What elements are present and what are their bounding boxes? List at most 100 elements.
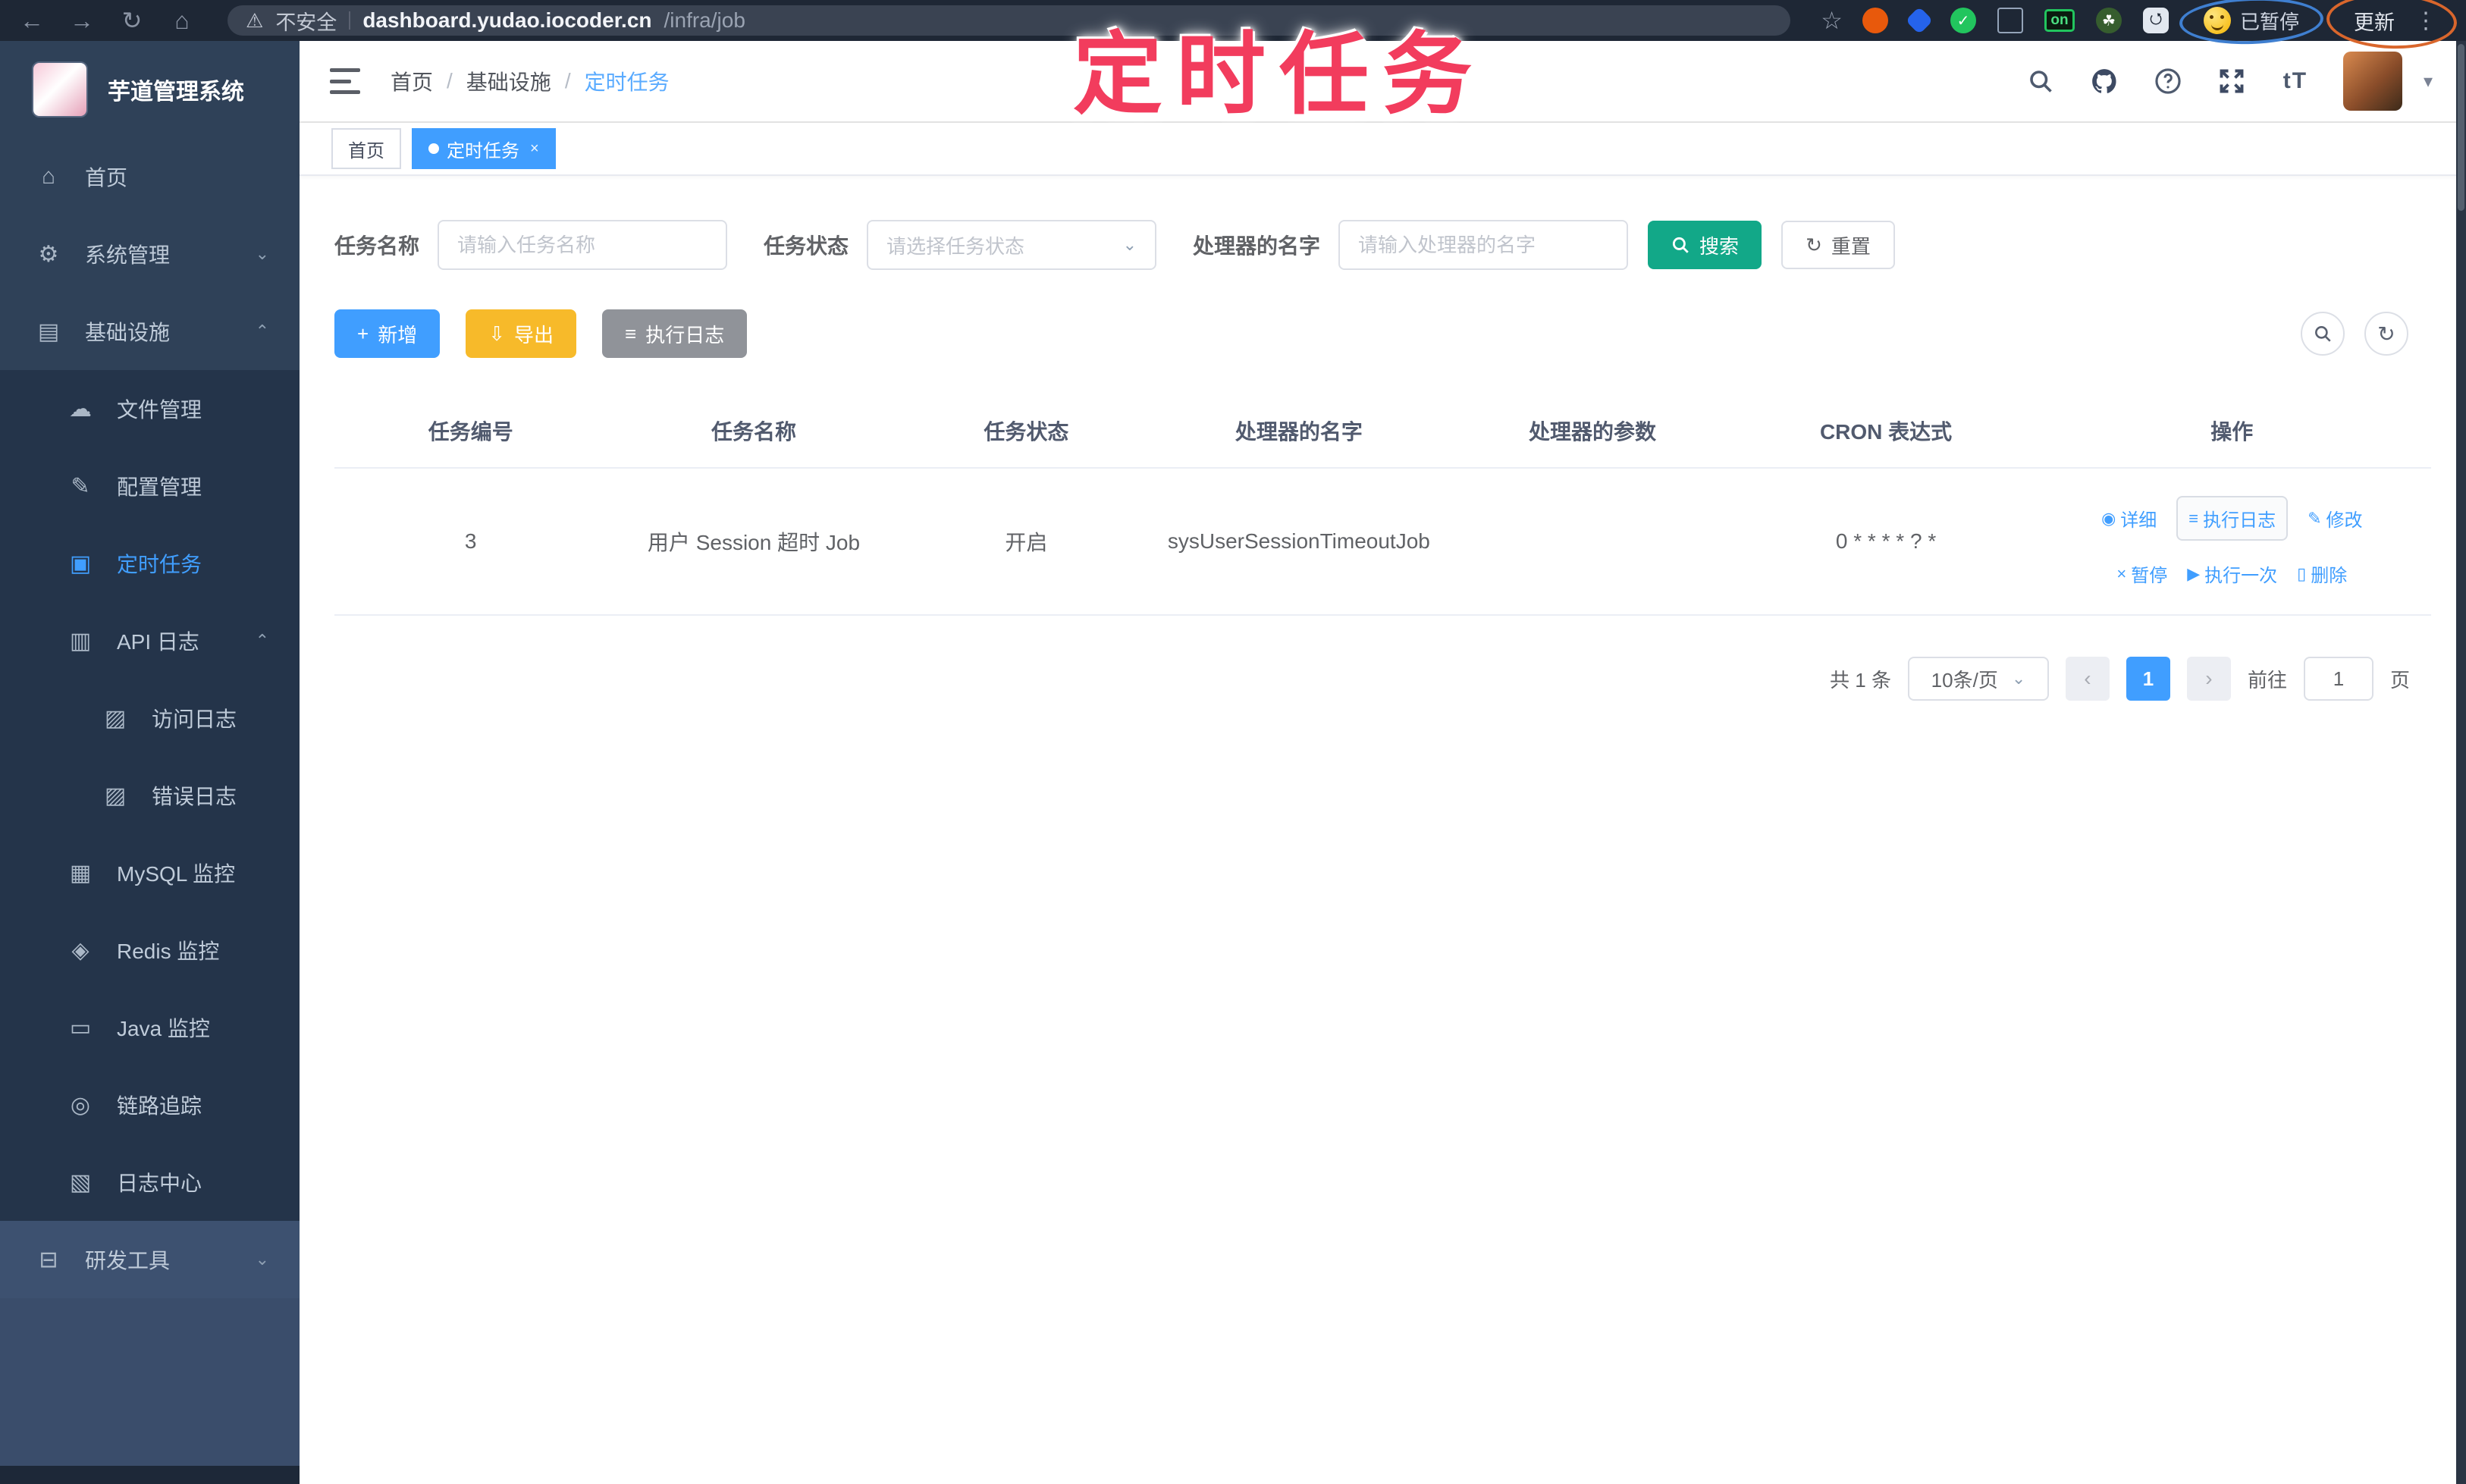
page-size-select[interactable]: 10条/页 ⌄ xyxy=(1907,657,2049,701)
app-title: 芋道管理系统 xyxy=(108,80,244,105)
sidebar: 芋道管理系统 ⌂ 首页 ⚙ 系统管理 ⌄ ▤ 基础设施 ⌃ ☁ 文件管理 ✎ 配… xyxy=(0,41,300,1484)
bookmark-star-icon[interactable]: ☆ xyxy=(1821,6,1843,35)
tags-view-bar: 首页 定时任务 × xyxy=(300,123,2466,176)
fullscreen-icon[interactable] xyxy=(2216,65,2248,97)
sidebar-item-api-logs[interactable]: ▥ API 日志 ⌃ xyxy=(0,602,300,679)
sidebar-item-error-logs[interactable]: ▨ 错误日志 xyxy=(0,757,300,834)
extension-icon-blue[interactable] xyxy=(1905,6,1934,35)
app-logo-row[interactable]: 芋道管理系统 xyxy=(0,41,300,138)
chevron-down-icon: ⌄ xyxy=(1122,235,1137,254)
row-delete-link[interactable]: ▯ 删除 xyxy=(2297,560,2347,587)
next-page-button[interactable]: › xyxy=(2186,657,2231,701)
update-area: 更新 ⋮ xyxy=(2334,0,2449,42)
refresh-icon: ↻ xyxy=(1806,233,1822,256)
prev-page-button[interactable]: ‹ xyxy=(2065,657,2110,701)
extension-icon-green-check[interactable]: ✓ xyxy=(1950,8,1976,33)
browser-update-button[interactable]: 更新 xyxy=(2346,2,2402,40)
browser-menu-kebab-icon[interactable]: ⋮ xyxy=(2414,8,2437,34)
goto-label: 前往 xyxy=(2247,668,2287,692)
breadcrumb-home[interactable]: 首页 xyxy=(391,66,433,96)
handler-name-input[interactable] xyxy=(1338,220,1629,270)
exec-log-button[interactable]: ≡ 执行日志 xyxy=(602,309,748,358)
breadcrumb: 首页 / 基础设施 / 定时任务 xyxy=(391,66,670,96)
log-icon: ▥ xyxy=(69,628,92,654)
sidebar-item-system-management[interactable]: ⚙ 系统管理 ⌄ xyxy=(0,215,300,293)
search-icon[interactable] xyxy=(2025,65,2057,97)
extension-icon-leaf[interactable]: ☘ xyxy=(2095,8,2122,33)
github-icon[interactable] xyxy=(2088,65,2120,97)
pencil-icon: ✎ xyxy=(2308,508,2322,528)
forward-icon[interactable]: → xyxy=(67,0,97,41)
add-button[interactable]: + 新增 xyxy=(334,309,441,358)
tab-scheduled-tasks[interactable]: 定时任务 × xyxy=(412,128,556,169)
chevron-down-icon: ⌄ xyxy=(2011,669,2026,688)
page-scrollbar[interactable] xyxy=(2456,41,2466,1484)
home-icon[interactable]: ⌂ xyxy=(167,0,197,41)
sidebar-item-log-center[interactable]: ▧ 日志中心 xyxy=(0,1144,300,1221)
chevron-down-icon: ⌄ xyxy=(255,244,269,263)
sidebar-item-config-management[interactable]: ✎ 配置管理 xyxy=(0,447,300,525)
sidebar-item-infrastructure[interactable]: ▤ 基础设施 ⌃ xyxy=(0,293,300,370)
reset-button[interactable]: ↻ 重置 xyxy=(1781,221,1895,269)
breadcrumb-infrastructure[interactable]: 基础设施 xyxy=(466,66,551,96)
row-detail-link[interactable]: ◉ 详细 xyxy=(2101,505,2157,532)
sidebar-item-dev-tools[interactable]: ⊟ 研发工具 ⌄ xyxy=(0,1221,300,1298)
sidebar-item-home[interactable]: ⌂ 首页 xyxy=(0,138,300,215)
sidebar-collapse-icon[interactable] xyxy=(330,68,360,94)
infrastructure-submenu: ☁ 文件管理 ✎ 配置管理 ▣ 定时任务 ▥ API 日志 ⌃ ▨ 访问日志 ▨ xyxy=(0,370,300,1221)
eye-icon: ◎ xyxy=(70,1092,91,1118)
url-path: /infra/job xyxy=(664,8,745,32)
extension-icon-grid[interactable] xyxy=(1997,8,2023,33)
sidebar-item-access-logs[interactable]: ▨ 访问日志 xyxy=(0,679,300,757)
export-button[interactable]: ⇩ 导出 xyxy=(466,309,577,358)
extension-icon-orange[interactable] xyxy=(1862,8,1888,33)
error-log-icon: ▨ xyxy=(104,783,127,808)
profile-avatar-emoji xyxy=(2203,7,2231,34)
col-actions: 操作 xyxy=(2032,394,2431,469)
breadcrumb-current: 定时任务 xyxy=(584,71,670,94)
trash-icon: ▯ xyxy=(2297,563,2307,583)
sidebar-item-file-management[interactable]: ☁ 文件管理 xyxy=(0,370,300,447)
row-pause-link[interactable]: × 暂停 xyxy=(2116,560,2167,587)
sidebar-item-trace[interactable]: ◎ 链路追踪 xyxy=(0,1066,300,1144)
reload-icon[interactable]: ↻ xyxy=(117,0,147,41)
font-size-icon[interactable]: tT xyxy=(2279,65,2311,97)
extensions-puzzle-icon[interactable]: ⭯ xyxy=(2142,8,2169,33)
cell-handler-name: sysUserSessionTimeoutJob xyxy=(1152,468,1446,616)
current-page-button[interactable]: 1 xyxy=(2126,657,2170,701)
help-icon[interactable] xyxy=(2152,65,2184,97)
log-center-icon: ▧ xyxy=(69,1169,92,1195)
extension-on-badge[interactable]: on xyxy=(2044,9,2075,32)
col-cron: CRON 表达式 xyxy=(1739,394,2033,469)
tab-home[interactable]: 首页 xyxy=(331,128,401,169)
sidebar-bottom-strip xyxy=(0,1466,300,1484)
play-icon: ▶ xyxy=(2187,563,2201,583)
plus-icon: + xyxy=(357,322,369,345)
cell-job-name: 用户 Session 超时 Job xyxy=(607,468,901,616)
chevron-up-icon: ⌃ xyxy=(255,322,269,340)
job-status-select[interactable]: 请选择任务状态 ⌄ xyxy=(867,220,1157,270)
row-exec-log-link[interactable]: ≡ 执行日志 xyxy=(2176,496,2289,541)
download-icon: ⇩ xyxy=(488,322,505,345)
avatar-caret-down-icon[interactable]: ▾ xyxy=(2424,71,2433,93)
profile-paused-chip[interactable]: 已暂停 xyxy=(2190,4,2313,38)
sidebar-item-java-monitor[interactable]: ▭ Java 监控 xyxy=(0,989,300,1066)
goto-page-input[interactable] xyxy=(2303,657,2373,701)
row-run-once-link[interactable]: ▶ 执行一次 xyxy=(2187,560,2277,587)
refresh-table-button[interactable]: ↻ xyxy=(2364,312,2408,356)
back-icon[interactable]: ← xyxy=(17,0,47,41)
row-edit-link[interactable]: ✎ 修改 xyxy=(2308,505,2362,532)
sidebar-item-mysql-monitor[interactable]: ▦ MySQL 监控 xyxy=(0,834,300,911)
close-icon[interactable]: × xyxy=(530,140,539,158)
col-job-status: 任务状态 xyxy=(900,394,1153,469)
pause-icon: × xyxy=(2116,563,2127,583)
job-name-input[interactable] xyxy=(438,220,728,270)
page-content: 任务名称 任务状态 请选择任务状态 ⌄ 处理器的名字 搜索 ↻ xyxy=(300,176,2466,1484)
user-avatar[interactable] xyxy=(2342,52,2402,111)
toggle-search-icon-button[interactable] xyxy=(2301,312,2345,356)
sidebar-item-scheduled-tasks[interactable]: ▣ 定时任务 xyxy=(0,525,300,602)
sidebar-item-redis-monitor[interactable]: ◈ Redis 监控 xyxy=(0,911,300,989)
cell-actions: ◉ 详细 ≡ 执行日志 ✎ 修改 × 暂停 ▶ 执行一次 ▯ 删除 xyxy=(2032,468,2431,616)
address-bar[interactable]: ⚠ 不安全 dashboard.yudao.iocoder.cn /infra/… xyxy=(227,5,1791,36)
search-button[interactable]: 搜索 xyxy=(1648,221,1762,269)
